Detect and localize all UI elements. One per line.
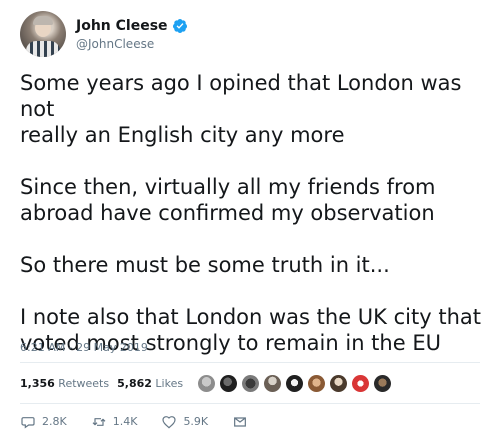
timestamp[interactable]: 6:21 AM - 29 May 2019	[20, 341, 148, 354]
tweet-paragraph: Since then, virtually all my friends fro…	[20, 175, 436, 225]
tweet-header: John Cleese @JohnCleese	[20, 10, 188, 58]
tweet-text: Some years ago I opined that London was …	[20, 70, 490, 356]
like-count: 5.9K	[183, 415, 209, 428]
direct-message-button[interactable]	[232, 414, 248, 430]
tweet-paragraph: So there must be some truth in it...	[20, 253, 390, 277]
verified-badge-icon	[172, 18, 187, 33]
author-names: John Cleese @JohnCleese	[76, 18, 188, 51]
liker-avatar[interactable]	[329, 373, 349, 393]
retweets-stat[interactable]: 1,356 Retweets	[20, 377, 109, 390]
tweet-stats: 1,356 Retweets 5,862 Likes	[20, 363, 395, 403]
liker-avatar[interactable]	[351, 373, 371, 393]
display-name[interactable]: John Cleese	[76, 18, 168, 34]
tweet-card: John Cleese @JohnCleese Some years ago I…	[0, 0, 500, 439]
avatar-hair	[33, 16, 53, 25]
reply-button[interactable]: 2.8K	[20, 414, 67, 430]
name-row: John Cleese	[76, 18, 188, 34]
liker-avatar[interactable]	[197, 373, 217, 393]
retweets-count: 1,356	[20, 376, 55, 390]
tweet-paragraph: Some years ago I opined that London was …	[20, 71, 462, 147]
like-icon	[162, 415, 177, 428]
liker-avatar[interactable]	[373, 373, 393, 393]
handle[interactable]: @JohnCleese	[76, 37, 188, 51]
liker-avatar[interactable]	[241, 373, 261, 393]
liker-avatar[interactable]	[285, 373, 305, 393]
like-button[interactable]: 5.9K	[161, 414, 208, 430]
retweet-button[interactable]: 1.4K	[91, 414, 138, 430]
liker-avatar[interactable]	[307, 373, 327, 393]
avatar-shirt	[26, 41, 60, 57]
reply-count: 2.8K	[42, 415, 67, 428]
likes-stat[interactable]: 5,862 Likes	[117, 377, 183, 390]
liker-avatar[interactable]	[219, 373, 239, 393]
likes-count: 5,862	[117, 376, 152, 390]
retweet-count: 1.4K	[112, 415, 138, 428]
liker-avatar[interactable]	[263, 373, 283, 393]
tweet-actions: 2.8K 1.4K 5.9K	[20, 404, 272, 439]
avatar[interactable]	[20, 11, 66, 57]
likes-label: Likes	[151, 376, 184, 390]
direct-message-icon	[234, 416, 247, 427]
liker-avatars	[197, 373, 395, 393]
retweet-icon	[92, 417, 106, 426]
retweets-label: Retweets	[54, 376, 110, 390]
reply-icon	[21, 416, 35, 428]
